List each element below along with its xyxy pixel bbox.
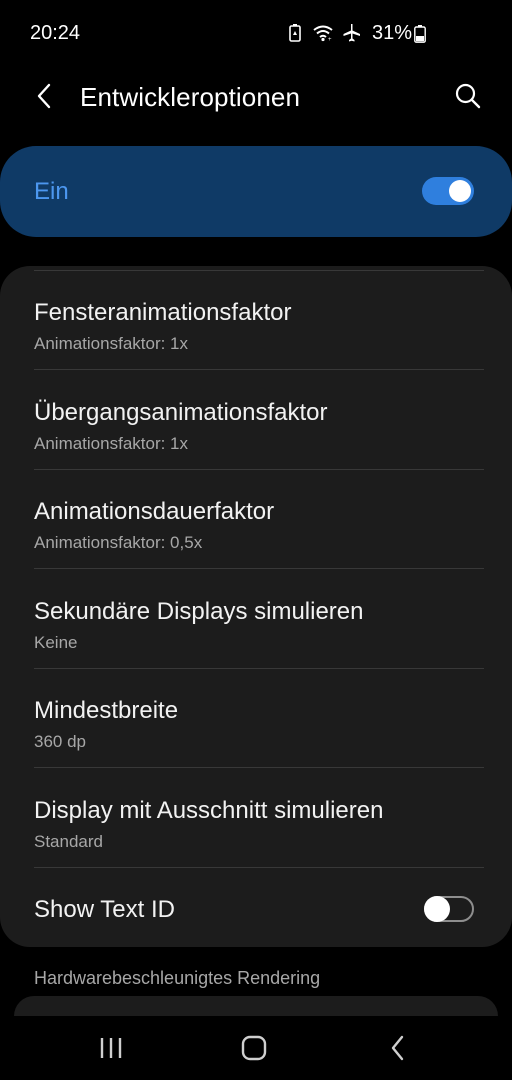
back-button[interactable]: [28, 80, 60, 112]
section-header: Hardwarebeschleunigtes Rendering: [34, 968, 321, 988]
settings-card: Fensteranimationsfaktor Animationsfaktor…: [0, 266, 512, 947]
nav-back-button[interactable]: [378, 1032, 418, 1064]
developer-options-master-switch[interactable]: Ein: [0, 146, 512, 237]
setting-transition-animation-scale[interactable]: Übergangsanimationsfaktor Animationsfakt…: [0, 371, 512, 470]
back-icon: [391, 1035, 404, 1061]
setting-simulate-secondary-displays[interactable]: Sekundäre Displays simulieren Keine: [0, 570, 512, 669]
toggle-knob: [424, 896, 450, 922]
status-bar: 20:24 + 31%: [0, 0, 512, 66]
divider: [34, 767, 484, 768]
search-button[interactable]: [452, 80, 484, 112]
setting-title: Display mit Ausschnitt simulieren: [34, 797, 384, 824]
setting-subtitle: Animationsfaktor: 1x: [34, 434, 189, 453]
setting-subtitle: Standard: [34, 832, 103, 851]
show-text-id-toggle[interactable]: [424, 896, 474, 922]
setting-subtitle: Animationsfaktor: 1x: [34, 334, 189, 353]
airplane-mode-icon: [340, 22, 362, 44]
screen: 20:24 + 31% Entwickleroptionen Ein Fenst…: [0, 0, 512, 1080]
setting-display-cutout[interactable]: Display mit Ausschnitt simulieren Standa…: [0, 769, 512, 868]
setting-subtitle: 360 dp: [34, 732, 86, 751]
setting-animator-duration-scale[interactable]: Animationsdauerfaktor Animationsfaktor: …: [0, 470, 512, 569]
master-toggle[interactable]: [422, 177, 474, 205]
setting-title: Übergangsanimationsfaktor: [34, 399, 328, 426]
battery-saver-icon: [284, 22, 306, 44]
setting-subtitle: Keine: [34, 633, 78, 652]
setting-show-text-id[interactable]: Show Text ID: [0, 868, 512, 947]
home-button[interactable]: [234, 1032, 274, 1064]
setting-title: Sekundäre Displays simulieren: [34, 598, 364, 625]
divider: [34, 369, 484, 370]
svg-text:+: +: [328, 37, 332, 42]
next-card-edge: [14, 996, 498, 1016]
master-switch-label: Ein: [34, 178, 69, 205]
toggle-knob: [449, 180, 471, 202]
recent-apps-button[interactable]: [91, 1032, 131, 1064]
home-icon: [241, 1035, 267, 1061]
setting-subtitle: Animationsfaktor: 0,5x: [34, 533, 203, 552]
search-icon: [455, 83, 481, 109]
battery-icon: [414, 25, 426, 43]
status-time: 20:24: [30, 22, 81, 44]
setting-minimum-width[interactable]: Mindestbreite 360 dp: [0, 669, 512, 768]
app-header: Entwickleroptionen: [0, 66, 512, 128]
divider: [34, 568, 484, 569]
setting-window-animation-scale[interactable]: Fensteranimationsfaktor Animationsfaktor…: [0, 271, 512, 370]
battery-percent: 31%: [371, 22, 412, 44]
page-title: Entwickleroptionen: [80, 82, 301, 112]
setting-title: Show Text ID: [34, 896, 175, 923]
setting-title: Mindestbreite: [34, 697, 179, 724]
back-arrow-icon: [37, 83, 51, 109]
setting-title: Animationsdauerfaktor: [34, 498, 275, 525]
setting-title: Fensteranimationsfaktor: [34, 299, 292, 326]
navigation-bar: [0, 1016, 512, 1080]
recent-apps-icon: [100, 1038, 122, 1058]
status-icons: +: [284, 22, 362, 44]
wifi-icon: +: [312, 22, 334, 44]
